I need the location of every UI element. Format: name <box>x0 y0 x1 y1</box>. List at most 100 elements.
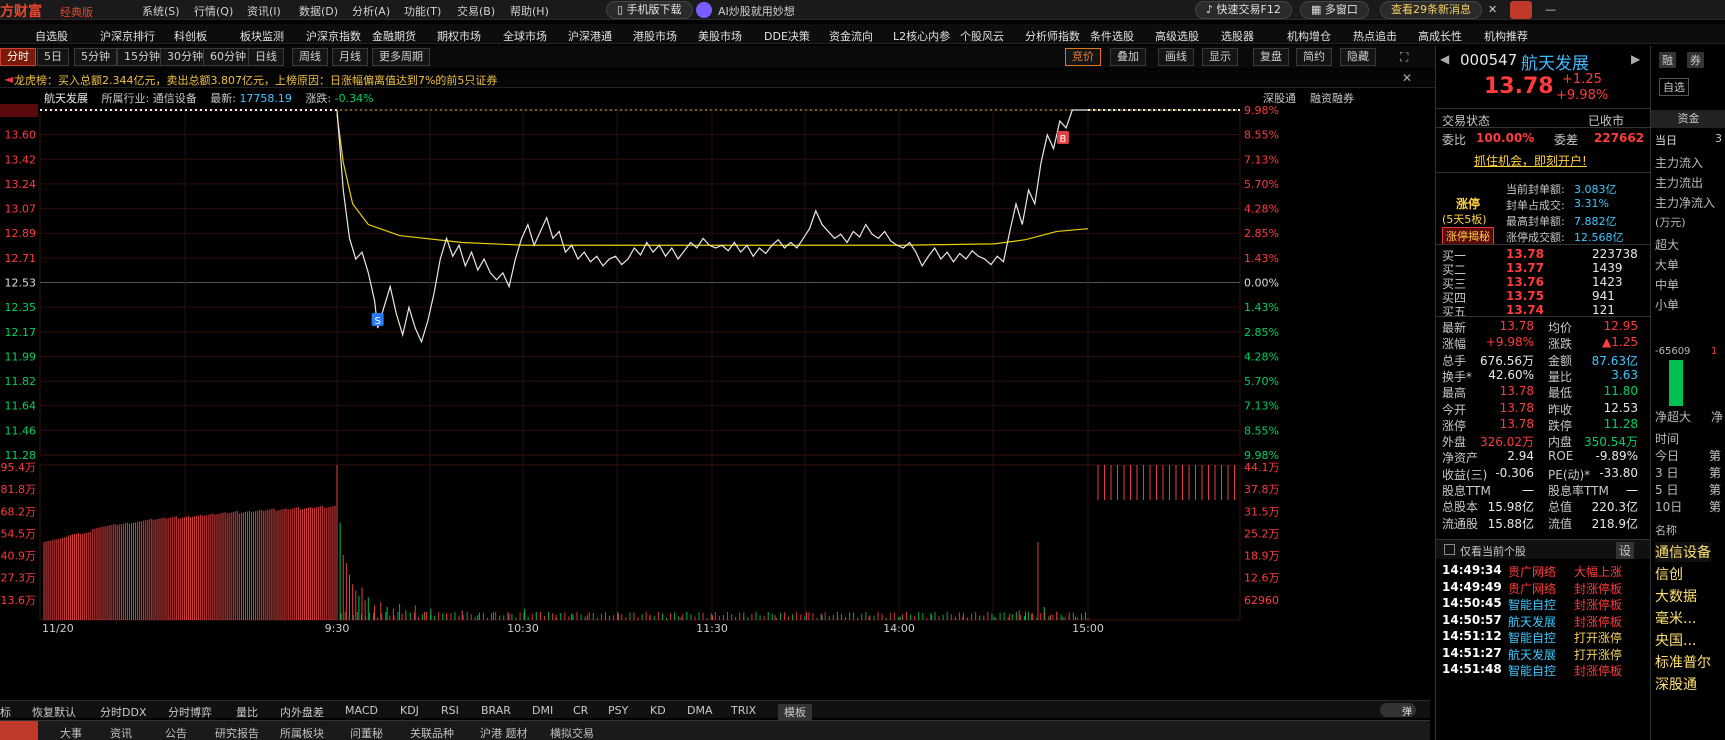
alert-row[interactable]: 14:51:12 智能自控 打开涨停 <box>1442 629 1642 647</box>
nav-advanced-screen[interactable]: 高级选股 <box>1155 28 1199 44</box>
ind-tab-8[interactable]: RSI <box>441 704 459 717</box>
tab-monthly[interactable]: 月线 <box>332 48 368 66</box>
limit-up-reveal-button[interactable]: 涨停揭秘 <box>1442 227 1494 245</box>
alert-row[interactable]: 14:50:57 航天发展 封涨停板 <box>1442 613 1642 631</box>
auction-button[interactable]: 竞价 <box>1065 48 1101 66</box>
alert-row[interactable]: 14:49:34 贵广网络 大幅上涨 <box>1442 563 1642 581</box>
nav-star-market[interactable]: 科创板 <box>174 28 207 44</box>
nav-futures[interactable]: 金融期货 <box>372 28 416 44</box>
nav-index[interactable]: 沪深京指数 <box>306 28 361 44</box>
tab-5min[interactable]: 5分钟 <box>74 48 117 66</box>
tab-more-periods[interactable]: 更多周期 <box>372 48 430 66</box>
next-stock-icon[interactable]: ▶ <box>1631 52 1640 66</box>
ind-tab-14[interactable]: DMA <box>687 704 713 717</box>
draw-line-button[interactable]: 画线 <box>1158 48 1194 66</box>
close-notice-icon[interactable]: ✕ <box>1402 71 1412 85</box>
ind-tab-5[interactable]: 内外盘差 <box>280 704 324 720</box>
nav-stock-risk[interactable]: 个股风云 <box>960 28 1004 44</box>
tab-5day[interactable]: 5日 <box>37 48 69 66</box>
nav-l2[interactable]: L2核心内参 <box>893 28 950 44</box>
nav-hot[interactable]: 热点追击 <box>1353 28 1397 44</box>
ai-banner-link[interactable]: AI炒股就用妙想 <box>718 3 795 19</box>
sector-item[interactable]: 央国... <box>1655 630 1696 650</box>
menu-data[interactable]: 数据(D) <box>299 3 338 19</box>
ind-tab-12[interactable]: PSY <box>608 704 628 717</box>
info-tab-2[interactable]: 公告 <box>165 725 187 740</box>
overlay-button[interactable]: 叠加 <box>1110 48 1146 66</box>
info-tab-0[interactable]: 大事 <box>60 725 82 740</box>
ind-tab-1[interactable]: 恢复默认 <box>32 704 76 720</box>
ind-tab-10[interactable]: DMI <box>532 704 553 717</box>
nav-ranking[interactable]: 沪深京排行 <box>100 28 155 44</box>
minimize-icon[interactable]: — <box>1545 3 1556 16</box>
menu-news[interactable]: 资讯(I) <box>247 3 281 19</box>
multi-window-button[interactable]: ▦ 多窗口 <box>1300 1 1369 19</box>
watchlist-dropdown[interactable]: 自选 <box>1659 78 1689 96</box>
mobile-download-button[interactable]: ▯ 手机版下载 <box>606 1 693 19</box>
expand-icon[interactable]: ⛶ <box>1400 50 1408 65</box>
ind-tab-7[interactable]: KDJ <box>400 704 419 717</box>
info-tab-4[interactable]: 所属板块 <box>280 725 324 740</box>
sector-item[interactable]: 深股通 <box>1655 674 1697 694</box>
sector-item[interactable]: 标准普尔 <box>1655 652 1711 672</box>
nav-dde[interactable]: DDE决策 <box>764 28 810 44</box>
sector-item[interactable]: 通信设备 <box>1655 542 1711 562</box>
tab-weekly[interactable]: 周线 <box>292 48 328 66</box>
ind-tab-template[interactable]: 模板 <box>778 704 812 720</box>
tab-60min[interactable]: 60分钟 <box>203 48 253 66</box>
nav-hk[interactable]: 港股市场 <box>633 28 677 44</box>
info-tab-8[interactable]: 横拟交易 <box>550 725 594 740</box>
sector-item[interactable]: 信创 <box>1655 564 1683 584</box>
ind-tab-3[interactable]: 分时博弈 <box>168 704 212 720</box>
tab-intraday[interactable]: 分时 <box>0 48 36 66</box>
alert-row[interactable]: 14:51:48 智能自控 封涨停板 <box>1442 662 1642 680</box>
info-tab-5[interactable]: 问董秘 <box>350 725 383 740</box>
menu-trade[interactable]: 交易(B) <box>457 3 495 19</box>
display-button[interactable]: 显示 <box>1202 48 1238 66</box>
intraday-chart[interactable]: 航天发展 所属行业: 通信设备 最新: 17758.19 涨跌: -0.34% … <box>0 88 1430 698</box>
nav-global[interactable]: 全球市场 <box>503 28 547 44</box>
only-current-checkbox[interactable] <box>1444 544 1455 555</box>
ind-tab-6[interactable]: MACD <box>345 704 378 717</box>
info-tab-6[interactable]: 关联品种 <box>410 725 454 740</box>
simple-button[interactable]: 简约 <box>1296 48 1332 66</box>
nav-capital-flow[interactable]: 资金流向 <box>829 28 873 44</box>
f10-button[interactable] <box>0 721 38 740</box>
replay-button[interactable]: 复盘 <box>1253 48 1289 66</box>
nav-conditions[interactable]: 条件选股 <box>1090 28 1134 44</box>
popup-toggle[interactable]: 弹 <box>1380 703 1416 718</box>
ind-tab-13[interactable]: KD <box>650 704 666 717</box>
nav-analyst[interactable]: 分析师指数 <box>1025 28 1080 44</box>
prev-stock-icon[interactable]: ◀ <box>1440 52 1449 66</box>
settings-button[interactable]: 设 <box>1616 542 1635 559</box>
ind-tab-9[interactable]: BRAR <box>481 704 511 717</box>
ind-tab-2[interactable]: 分时DDX <box>100 704 146 720</box>
ind-tab-0[interactable]: 标 <box>0 704 11 720</box>
tab-daily[interactable]: 日线 <box>248 48 284 66</box>
hide-button[interactable]: 隐藏 <box>1340 48 1376 66</box>
tab-3day[interactable]: 3 <box>1715 132 1722 145</box>
ind-tab-4[interactable]: 量比 <box>236 704 258 720</box>
notice-text[interactable]: 龙虎榜：买入总额2.344亿元，卖出总额3.807亿元，上榜原因：日涨幅偏离值达… <box>14 72 497 88</box>
info-tab-3[interactable]: 研究报告 <box>215 725 259 740</box>
ind-tab-15[interactable]: TRIX <box>731 704 756 717</box>
fast-trade-button[interactable]: ♪ 快速交易F12 <box>1195 1 1292 19</box>
ind-tab-11[interactable]: CR <box>573 704 588 717</box>
tab-capital[interactable]: 资金 <box>1651 110 1725 128</box>
info-tab-7[interactable]: 沪港 题材 <box>480 725 528 740</box>
nav-inst-recommend[interactable]: 机构推荐 <box>1484 28 1528 44</box>
menu-quote[interactable]: 行情(Q) <box>194 3 233 19</box>
alert-row[interactable]: 14:49:49 贵广网络 封涨停板 <box>1442 580 1642 598</box>
close-notification-icon[interactable]: ✕ <box>1488 3 1497 16</box>
messages-button[interactable]: 查看29条新消息 <box>1380 1 1482 19</box>
alert-row[interactable]: 14:51:27 航天发展 打开涨停 <box>1442 646 1642 664</box>
menu-help[interactable]: 帮助(H) <box>510 3 549 19</box>
nav-watchlist[interactable]: 自选股 <box>35 28 68 44</box>
menu-function[interactable]: 功能(T) <box>404 3 441 19</box>
margin-sell-button[interactable]: 券 <box>1687 52 1704 68</box>
open-account-link[interactable]: 抓住机会，即刻开户! <box>1474 152 1587 169</box>
tab-today[interactable]: 当日 <box>1655 132 1677 148</box>
nav-options[interactable]: 期权市场 <box>437 28 481 44</box>
margin-buy-button[interactable]: 融 <box>1659 52 1676 68</box>
sector-item[interactable]: 毫米... <box>1655 608 1696 628</box>
